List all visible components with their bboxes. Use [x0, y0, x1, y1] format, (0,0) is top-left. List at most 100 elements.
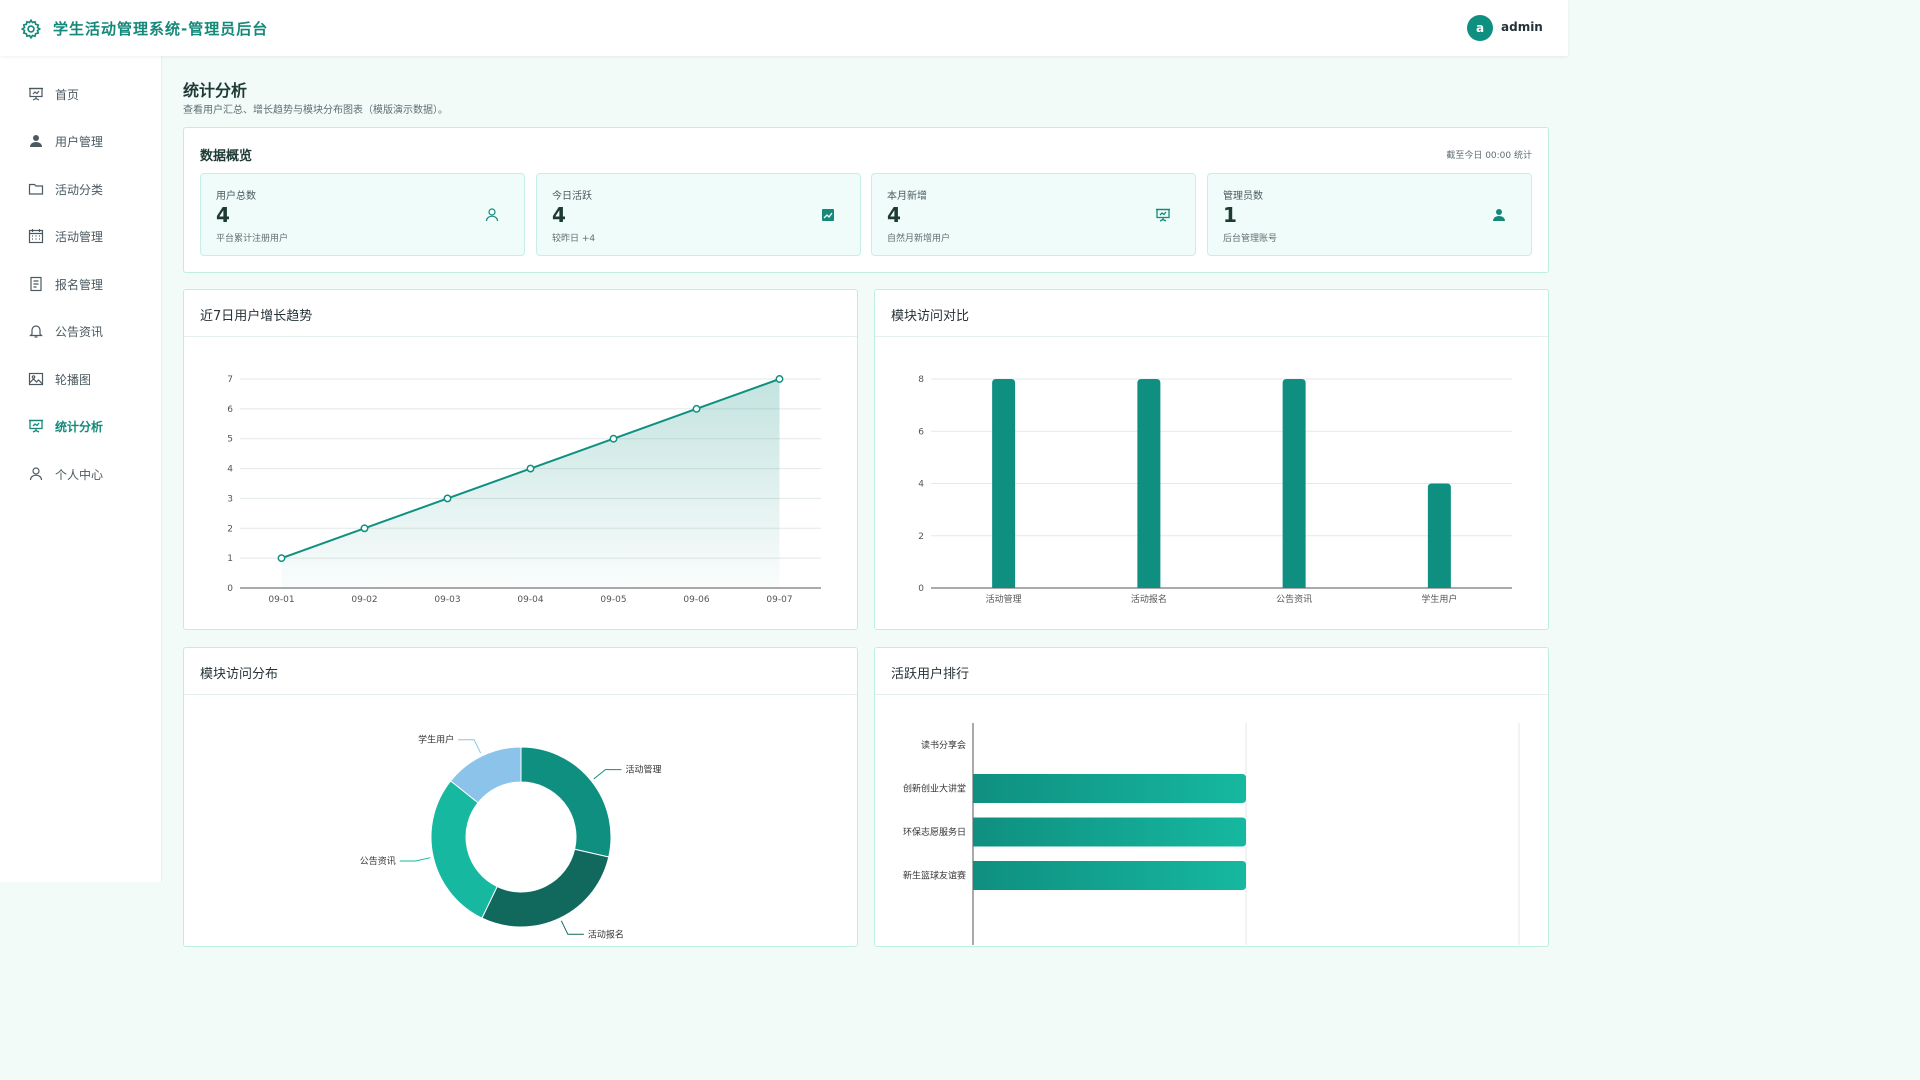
module-distribution-card: 模块访问分布 活动管理 活动报名 公告资讯 学生用户	[183, 647, 858, 947]
label-leader-line	[399, 857, 431, 862]
user-outline-icon	[485, 208, 499, 222]
x-tick-label: 09-03	[434, 595, 460, 605]
avatar[interactable]: a	[1467, 15, 1493, 41]
data-point[interactable]	[277, 554, 286, 563]
pie-label: 活动报名	[588, 928, 624, 940]
y-tick-label: 0	[918, 584, 924, 594]
pie-label: 公告资讯	[360, 855, 396, 867]
overview-note: 截至今日 00:00 统计	[1446, 151, 1532, 161]
x-tick-label: 学生用户	[1421, 593, 1457, 605]
stat-desc: 后台管理账号	[1223, 234, 1278, 244]
sidebar-item-profile[interactable]: 个人中心	[0, 456, 162, 492]
bar[interactable]	[1137, 379, 1161, 588]
y-tick-label: 2	[227, 524, 233, 534]
stat-desc: 平台累计注册用户	[216, 234, 289, 244]
card-title: 模块访问对比	[891, 309, 970, 324]
page-description: 查看用户汇总、增长趋势与模块分布图表（模版演示数据）。	[183, 105, 448, 116]
ranking-bar[interactable]	[973, 774, 1246, 803]
gear-icon[interactable]	[20, 18, 42, 40]
x-tick-label: 09-07	[766, 595, 792, 605]
stat-value: 4	[887, 203, 901, 227]
module-distribution-chart: 活动管理活动报名 公告资讯 学生用户	[360, 734, 662, 941]
y-category-label: 读书分享会	[921, 739, 966, 751]
pie-slice[interactable]	[430, 780, 498, 919]
y-tick-label: 7	[227, 375, 233, 385]
module-compare-card: 模块访问对比 0 2 4 6 8 活动管理 活动报名 公告资讯 学生用户	[874, 289, 1549, 630]
card-title: 活跃用户排行	[891, 667, 970, 682]
stat-desc: 自然月新增用户	[887, 234, 951, 244]
sidebar-item-label: 活动分类	[55, 182, 104, 197]
x-tick-label: 09-06	[683, 595, 709, 605]
data-point[interactable]	[692, 404, 701, 413]
y-tick-label: 4	[918, 480, 924, 490]
presentation-icon	[29, 419, 43, 433]
stat-label: 本月新增	[887, 191, 927, 202]
pie-label: 活动管理	[625, 764, 661, 776]
sidebar-item-categories[interactable]: 活动分类	[0, 171, 162, 207]
bar[interactable]	[1282, 379, 1306, 588]
y-tick-label: 5	[227, 435, 233, 445]
x-tick-label: 09-04	[517, 595, 543, 605]
pie-slice[interactable]	[481, 848, 610, 928]
area-fill	[281, 379, 780, 588]
stat-desc: 较昨日 +4	[552, 234, 596, 244]
sidebar-item-label: 个人中心	[55, 467, 104, 482]
sidebar-item-label: 首页	[55, 87, 80, 102]
y-tick-label: 8	[918, 375, 924, 385]
y-category-label: 环保志愿服务日	[903, 826, 966, 838]
stat-label: 管理员数	[1223, 191, 1263, 202]
calendar-icon	[28, 229, 44, 244]
sidebar-item-label: 统计分析	[55, 419, 104, 434]
card-header: 近7日用户增长趋势	[184, 290, 857, 337]
trend-chart-icon	[822, 209, 834, 221]
overview-title: 数据概览	[200, 149, 253, 164]
user-filled-icon	[30, 135, 42, 147]
ranking-bar[interactable]	[973, 817, 1246, 847]
user-outline-icon	[29, 467, 43, 481]
sidebar-item-users[interactable]: 用户管理	[0, 123, 162, 159]
x-tick-label: 09-05	[600, 595, 626, 605]
y-tick-label: 1	[227, 554, 233, 564]
pie-slice[interactable]	[520, 746, 612, 858]
username[interactable]: admin	[1501, 20, 1543, 34]
sidebar-item-activities[interactable]: 活动管理	[0, 218, 162, 254]
sidebar-item-carousel[interactable]: 轮播图	[0, 361, 162, 397]
data-point[interactable]	[775, 375, 784, 383]
y-tick-label: 2	[918, 532, 924, 542]
x-tick-label: 活动报名	[1131, 593, 1167, 605]
presentation-icon	[29, 87, 43, 101]
active-user-ranking-card: 活跃用户排行 读书分享会创新创业大讲堂 环保志愿服务日 新生篮球友谊赛	[874, 647, 1549, 947]
stat-label: 今日活跃	[552, 191, 592, 202]
card-title: 模块访问分布	[200, 667, 279, 682]
y-category-label: 创新创业大讲堂	[903, 783, 966, 795]
page-title: 统计分析	[183, 81, 248, 100]
sidebar: 首页 用户管理 活动分类 活动管理 报名管理 公告资讯 轮播图 统计分析 个人中…	[0, 56, 162, 882]
y-category-label: 新生篮球友谊赛	[903, 870, 966, 882]
module-compare-chart: 0 2 4 6 8 活动管理 活动报名 公告资讯 学生用户	[918, 375, 1512, 605]
data-point[interactable]	[526, 464, 535, 473]
stat-card-new-this-month: 本月新增 4 自然月新增用户	[871, 173, 1196, 256]
folder-icon	[28, 183, 44, 195]
data-point[interactable]	[360, 524, 369, 533]
x-tick-label: 09-02	[351, 595, 377, 605]
stat-card-active-today: 今日活跃 4 较昨日 +4	[536, 173, 861, 256]
active-user-ranking-chart: 读书分享会创新创业大讲堂环保志愿服务日新生篮球友谊赛	[903, 723, 1520, 945]
sidebar-item-statistics[interactable]: 统计分析	[0, 408, 162, 444]
bar[interactable]	[1427, 483, 1451, 589]
sidebar-item-announcements[interactable]: 公告资讯	[0, 313, 162, 349]
sidebar-item-home[interactable]: 首页	[0, 76, 162, 112]
label-leader-line	[593, 769, 622, 780]
sidebar-item-label: 轮播图	[55, 372, 92, 387]
sidebar-item-label: 报名管理	[55, 277, 104, 292]
bar[interactable]	[992, 379, 1016, 588]
data-point[interactable]	[609, 434, 618, 443]
card-header: 模块访问对比	[875, 290, 1548, 337]
y-tick-label: 3	[227, 494, 233, 504]
stat-value: 1	[1223, 203, 1237, 227]
user-filled-icon	[1493, 209, 1505, 221]
sidebar-item-registrations[interactable]: 报名管理	[0, 266, 162, 302]
top-header: 学生活动管理系统-管理员后台 a admin	[0, 0, 1568, 56]
data-point[interactable]	[443, 494, 452, 503]
card-title: 近7日用户增长趋势	[200, 309, 313, 324]
ranking-bar[interactable]	[973, 861, 1246, 890]
